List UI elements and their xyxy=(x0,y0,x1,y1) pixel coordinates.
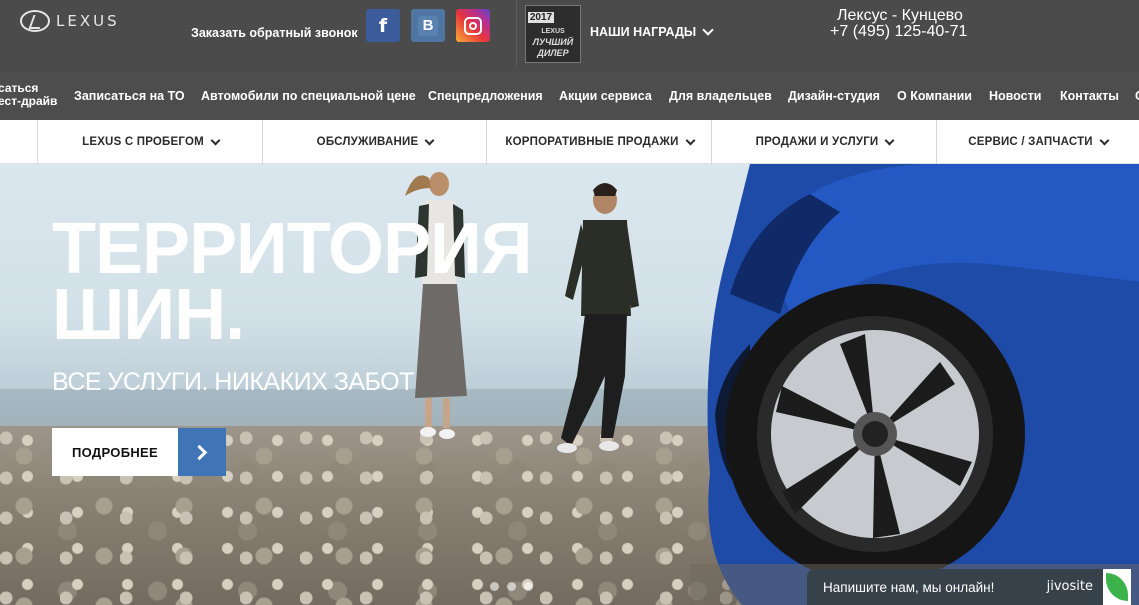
nav-item-owners[interactable]: Для владельцев xyxy=(669,89,772,103)
divider xyxy=(516,0,517,66)
hero-subtitle: ВСЕ УСЛУГИ. НИКАКИХ ЗАБОТ xyxy=(52,368,414,396)
nav-item-about[interactable]: О Компании xyxy=(897,89,972,103)
chat-widget[interactable]: Напишите нам, мы онлайн! jivosite xyxy=(807,569,1131,605)
nav-item-service-promos[interactable]: Акции сервиса xyxy=(559,89,652,103)
nav-item-offers[interactable]: Спецпредложения xyxy=(428,89,543,103)
chevron-down-icon xyxy=(702,24,714,36)
vk-icon[interactable]: B xyxy=(411,9,445,42)
nav-item-design-studio[interactable]: Дизайн-студия xyxy=(788,89,880,103)
main-nav: саться ест-драйв Записаться на ТО Автомо… xyxy=(0,72,1139,120)
subnav-label: КОРПОРАТИВНЫЕ ПРОДАЖИ xyxy=(505,136,679,148)
subnav-sales-services[interactable]: ПРОДАЖИ И УСЛУГИ xyxy=(711,120,937,164)
camera-glyph xyxy=(464,16,482,35)
subnav-used-cars[interactable]: LEXUS С ПРОБЕГОМ xyxy=(37,120,263,164)
hero-title-line2: ШИН. xyxy=(52,275,245,355)
more-button[interactable]: ПОДРОБНЕЕ xyxy=(52,428,226,476)
nav-item-contacts[interactable]: Контакты xyxy=(1060,89,1119,103)
subnav-label: ПРОДАЖИ И УСЛУГИ xyxy=(755,136,879,148)
award-line2: ДИЛЕР xyxy=(537,48,569,58)
instagram-icon[interactable] xyxy=(456,9,490,42)
hero-title: ТЕРРИТОРИЯ ШИН. xyxy=(52,209,533,355)
car-image xyxy=(690,164,1139,605)
nav-item-news[interactable]: Новости xyxy=(989,89,1041,103)
chevron-down-icon xyxy=(1099,135,1110,145)
slider-dot[interactable] xyxy=(524,582,533,591)
subnav-service-parts[interactable]: СЕРВИС / ЗАПЧАСТИ xyxy=(936,120,1139,164)
chevron-down-icon xyxy=(424,135,435,145)
page: LEXUS Заказать обратный звонок f B 2017 … xyxy=(0,0,1139,605)
award-brand: LEXUS xyxy=(541,28,565,35)
chevron-down-icon xyxy=(210,135,221,145)
top-bar: LEXUS Заказать обратный звонок f B 2017 … xyxy=(0,0,1139,72)
man-figure xyxy=(557,183,639,453)
slider-dots xyxy=(490,582,533,591)
nav-partial-line2: ест-драйв xyxy=(0,94,58,108)
vk-letter: B xyxy=(418,15,438,36)
logo-text: LEXUS xyxy=(56,12,120,30)
dealer-phone[interactable]: +7 (495) 125-40-71 xyxy=(830,23,967,40)
chevron-right-icon xyxy=(178,428,226,476)
lexus-emblem-icon xyxy=(20,10,50,32)
more-button-label: ПОДРОБНЕЕ xyxy=(52,428,178,476)
lexus-logo[interactable]: LEXUS xyxy=(20,10,120,32)
awards-label: НАШИ НАГРАДЫ xyxy=(590,25,697,39)
dealer-info: Лексус - Кунцево +7 (495) 125-40-71 xyxy=(830,8,967,40)
hero-banner: ТЕРРИТОРИЯ ШИН. ВСЕ УСЛУГИ. НИКАКИХ ЗАБО… xyxy=(0,164,1139,605)
hero-title-line1: ТЕРРИТОРИЯ xyxy=(52,209,533,289)
nav-item-special-price[interactable]: Автомобили по специальной цене xyxy=(201,89,416,103)
dealer-name: Лексус - Кунцево xyxy=(837,7,963,24)
nav-item-partial[interactable]: С xyxy=(1135,89,1139,103)
nav-item-service-booking[interactable]: Записаться на ТО xyxy=(74,89,185,103)
chevron-down-icon xyxy=(685,135,696,145)
award-year: 2017 xyxy=(528,12,554,23)
subnav-maintenance[interactable]: ОБСЛУЖИВАНИЕ xyxy=(262,120,487,164)
subnav-corporate-sales[interactable]: КОРПОРАТИВНЫЕ ПРОДАЖИ xyxy=(486,120,712,164)
slider-dot[interactable] xyxy=(490,582,499,591)
subnav-label: LEXUS С ПРОБЕГОМ xyxy=(82,136,204,148)
awards-dropdown[interactable]: НАШИ НАГРАДЫ xyxy=(590,24,714,39)
subnav-label: ОБСЛУЖИВАНИЕ xyxy=(316,136,419,148)
jivosite-leaf-icon xyxy=(1103,569,1131,605)
facebook-letter: f xyxy=(378,14,388,37)
subnav-label: СЕРВИС / ЗАПЧАСТИ xyxy=(968,136,1093,148)
nav-item-test-drive-partial[interactable]: саться ест-драйв xyxy=(0,82,57,108)
callback-link[interactable]: Заказать обратный звонок xyxy=(191,26,358,40)
award-badge[interactable]: 2017 LEXUS ЛУЧШИЙ ДИЛЕР xyxy=(525,5,581,63)
slider-dot[interactable] xyxy=(507,582,516,591)
chat-message: Напишите нам, мы онлайн! xyxy=(823,579,995,595)
facebook-icon[interactable]: f xyxy=(366,9,400,42)
award-line1: ЛУЧШИЙ xyxy=(532,37,574,47)
chat-brand: jivosite xyxy=(1046,579,1093,594)
sub-nav: LEXUS С ПРОБЕГОМ ОБСЛУЖИВАНИЕ КОРПОРАТИВ… xyxy=(0,120,1139,164)
chevron-down-icon xyxy=(884,135,895,145)
